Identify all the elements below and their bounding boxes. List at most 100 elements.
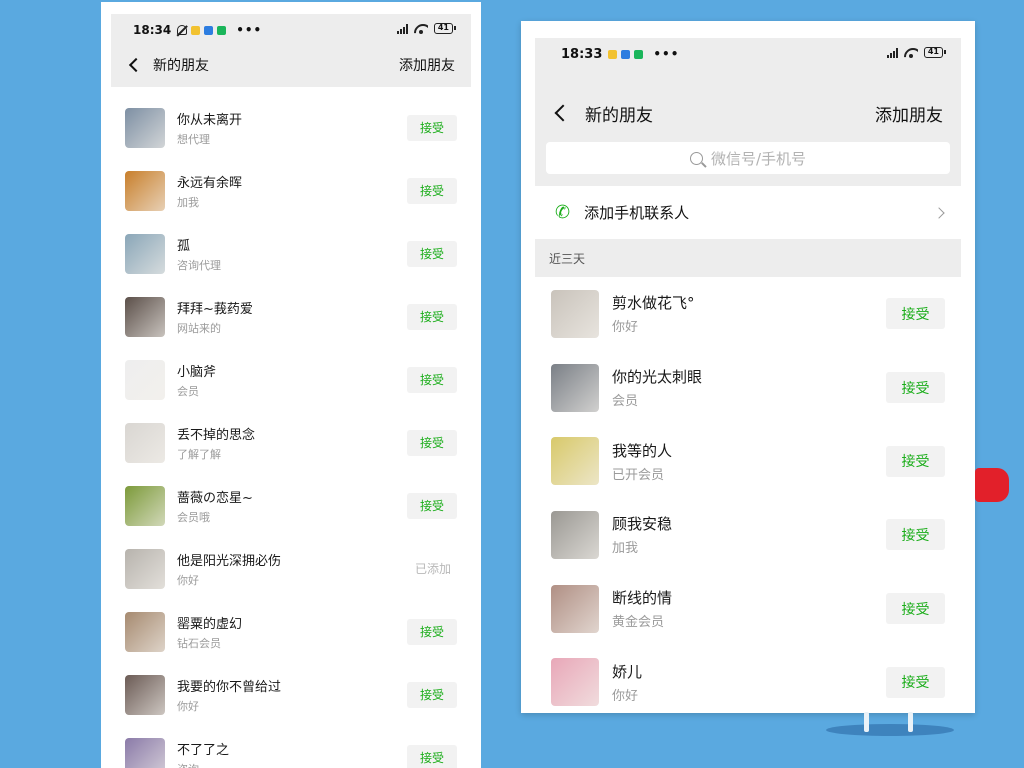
app-notification-icon <box>634 49 644 59</box>
back-arrow-icon[interactable] <box>128 57 144 73</box>
signal-icon <box>886 47 898 58</box>
list-item[interactable]: 我等的人 已开会员 接受 <box>535 424 961 499</box>
request-message: 会员哦 <box>177 510 210 524</box>
accept-button[interactable]: 接受 <box>886 593 945 625</box>
status-bar: 18:34 ••• 41 <box>111 14 471 46</box>
list-item[interactable]: 顾我安稳 加我 接受 <box>535 498 961 572</box>
avatar <box>551 289 599 338</box>
list-item[interactable]: 你的光太刺眼 会员 接受 <box>535 350 961 425</box>
request-text: 孤咨询代理 <box>177 235 221 273</box>
wifi-icon <box>414 24 428 34</box>
section-label: 近三天 <box>549 251 586 266</box>
request-message: 已开会员 <box>612 467 665 483</box>
request-text: 拜拜~莪药爱 网站来的 <box>177 298 253 336</box>
avatar <box>125 233 165 274</box>
accept-button[interactable]: 接受 <box>886 445 945 477</box>
accept-button[interactable]: 接受 <box>407 429 457 456</box>
search-input[interactable]: 微信号/手机号 <box>546 142 950 174</box>
request-text: 罂粟的虚幻 钻石会员 <box>177 613 242 651</box>
list-item[interactable]: 蔷薇の恋星~ 会员哦 接受 <box>111 474 471 537</box>
mascot-shadow <box>826 724 954 736</box>
list-item[interactable]: 娇儿 你好 接受 <box>535 645 961 713</box>
chevron-right-icon <box>933 206 945 219</box>
add-phone-contacts-item[interactable]: ✆ 添加手机联系人 <box>535 186 961 239</box>
status-time: 18:33 <box>561 46 603 62</box>
avatar <box>125 296 165 337</box>
request-text: 丢不掉的思念 了解了解 <box>177 424 255 462</box>
app-notification-icon <box>621 49 631 59</box>
nav-bar: 新的朋友 添加朋友 <box>535 96 961 130</box>
list-item[interactable]: 永远有余晖 加我 接受 <box>111 159 471 222</box>
request-text: 你从未离开 想代理 <box>177 109 242 147</box>
accept-button[interactable]: 接受 <box>886 519 945 551</box>
list-item[interactable]: 他是阳光深拥必伤 你好 已添加 <box>111 537 471 600</box>
more-notifications-icon: ••• <box>653 47 680 61</box>
list-item[interactable]: 小脑斧 会员 接受 <box>111 348 471 411</box>
request-text: 娇儿 你好 <box>612 661 642 704</box>
avatar <box>125 548 165 589</box>
list-item[interactable]: 罂粟的虚幻 钻石会员 接受 <box>111 600 471 663</box>
accept-button[interactable]: 接受 <box>407 177 457 204</box>
battery-icon: 41 <box>923 47 947 58</box>
request-message: 你好 <box>177 573 199 587</box>
status-time: 18:34 <box>133 23 172 37</box>
add-friend-button[interactable]: 添加朋友 <box>875 101 943 126</box>
app-notification-icon <box>217 25 227 35</box>
accept-button[interactable]: 接受 <box>407 744 457 768</box>
contact-name: 罂粟的虚幻 <box>177 616 243 632</box>
add-friend-button[interactable]: 添加朋友 <box>399 55 455 75</box>
contact-name: 剪水做花飞° <box>612 294 695 313</box>
request-message: 咨询代理 <box>177 258 221 272</box>
request-text: 你的光太刺眼 会员 <box>612 366 702 409</box>
list-item[interactable]: 断线的情 黄金会员 接受 <box>535 571 961 646</box>
contact-name: 拜拜~莪药爱 <box>177 301 253 317</box>
accept-button[interactable]: 接受 <box>886 666 945 698</box>
list-item[interactable]: 你从未离开想代理 接受 <box>111 96 471 159</box>
page-title: 新的朋友 <box>585 105 653 126</box>
app-notification-icon <box>191 25 201 35</box>
notification-icons: ••• <box>608 47 679 61</box>
request-message: 想代理 <box>177 132 210 146</box>
contact-name: 你从未离开 <box>177 112 243 128</box>
status-right: 41 <box>886 47 947 58</box>
avatar <box>551 363 599 412</box>
mascot-leg <box>864 712 869 732</box>
accept-button[interactable]: 接受 <box>407 303 457 330</box>
mute-bell-icon <box>177 25 188 35</box>
contact-name: 孤 <box>177 238 191 254</box>
list-item[interactable]: 剪水做花飞° 你好 接受 <box>535 277 961 351</box>
accept-button[interactable]: 接受 <box>886 298 945 330</box>
accept-button[interactable]: 接受 <box>407 618 457 645</box>
request-message: 加我 <box>177 195 199 209</box>
nav-bar: 新的朋友 添加朋友 <box>111 48 471 82</box>
accept-button[interactable]: 接受 <box>407 240 457 267</box>
request-message: 咨询 <box>177 761 229 768</box>
request-message: 黄金会员 <box>612 615 665 631</box>
phone-icon: ✆ <box>555 202 571 223</box>
list-item[interactable]: 丢不掉的思念 了解了解 接受 <box>111 411 471 474</box>
request-message: 加我 <box>612 541 639 557</box>
avatar <box>125 422 165 463</box>
status-bar: 18:33 ••• 41 <box>535 38 961 70</box>
list-item[interactable]: 不了了之咨询 接受 <box>111 726 471 768</box>
avatar <box>551 584 599 633</box>
contact-name: 你的光太刺眼 <box>612 368 703 387</box>
mascot-leg <box>908 712 913 732</box>
request-text: 他是阳光深拥必伤 你好 <box>177 550 281 588</box>
accept-button[interactable]: 接受 <box>407 492 457 519</box>
add-phone-contacts-label: 添加手机联系人 <box>584 204 690 222</box>
list-item[interactable]: 我要的你不曾给过 你好 接受 <box>111 663 471 726</box>
list-item[interactable]: 孤咨询代理 接受 <box>111 222 471 285</box>
accept-button[interactable]: 接受 <box>407 681 457 708</box>
list-item[interactable]: 拜拜~莪药爱 网站来的 接受 <box>111 285 471 348</box>
accept-button[interactable]: 接受 <box>886 372 945 404</box>
app-notification-icon <box>204 25 214 35</box>
back-arrow-icon[interactable] <box>554 104 572 122</box>
accept-button[interactable]: 接受 <box>407 114 457 141</box>
accept-button[interactable]: 接受 <box>407 366 457 393</box>
request-text: 不了了之咨询 <box>177 739 229 768</box>
added-status: 已添加 <box>414 562 451 576</box>
avatar <box>551 510 599 559</box>
request-message: 你好 <box>612 688 639 704</box>
status-right: 41 <box>396 23 457 34</box>
